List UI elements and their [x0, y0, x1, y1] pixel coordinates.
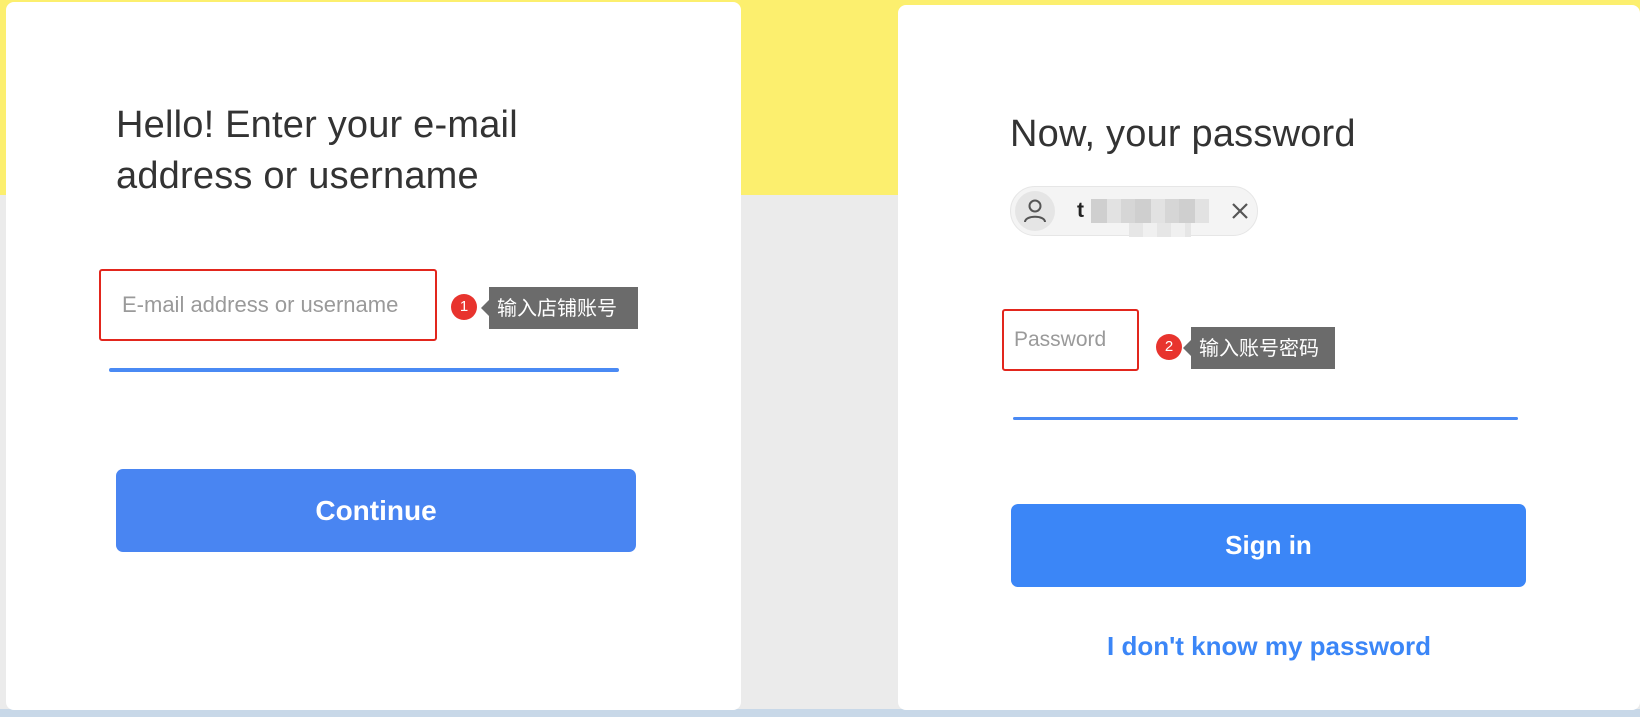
user-icon: [1015, 191, 1055, 231]
bottom-strip: [0, 709, 1640, 717]
heading-line-1: Hello! Enter your e-mail: [116, 104, 518, 146]
heading-line-2: address or username: [116, 155, 479, 197]
email-username-input[interactable]: [101, 271, 435, 339]
close-icon[interactable]: [1226, 197, 1254, 225]
account-chip: t: [1010, 186, 1258, 237]
password-step-heading: Now, your password: [1010, 113, 1356, 155]
step-2-marker: 2: [1156, 334, 1182, 360]
step-2-annotation: 输入账号密码: [1183, 327, 1335, 369]
forgot-password-link[interactable]: I don't know my password: [898, 631, 1640, 662]
email-step-heading: Hello! Enter your e-mail address or usern…: [116, 100, 676, 202]
username-redaction-lower: [1129, 223, 1191, 237]
step-1-marker: 1: [451, 294, 477, 320]
password-input[interactable]: [1004, 311, 1137, 369]
password-input-underline: [1013, 417, 1518, 420]
sign-in-button[interactable]: Sign in: [1011, 504, 1526, 587]
step-1-annotation: 输入店铺账号: [481, 287, 638, 329]
email-input-underline: [109, 368, 619, 372]
continue-button[interactable]: Continue: [116, 469, 636, 552]
account-username: t: [1077, 199, 1084, 222]
password-step-card: Now, your password t 2 输入账号密码 Sign in I …: [898, 5, 1640, 710]
email-input-highlight: [99, 269, 437, 341]
username-redaction: [1091, 199, 1209, 223]
email-step-card: Hello! Enter your e-mail address or usern…: [6, 2, 741, 710]
password-input-highlight: [1002, 309, 1139, 371]
